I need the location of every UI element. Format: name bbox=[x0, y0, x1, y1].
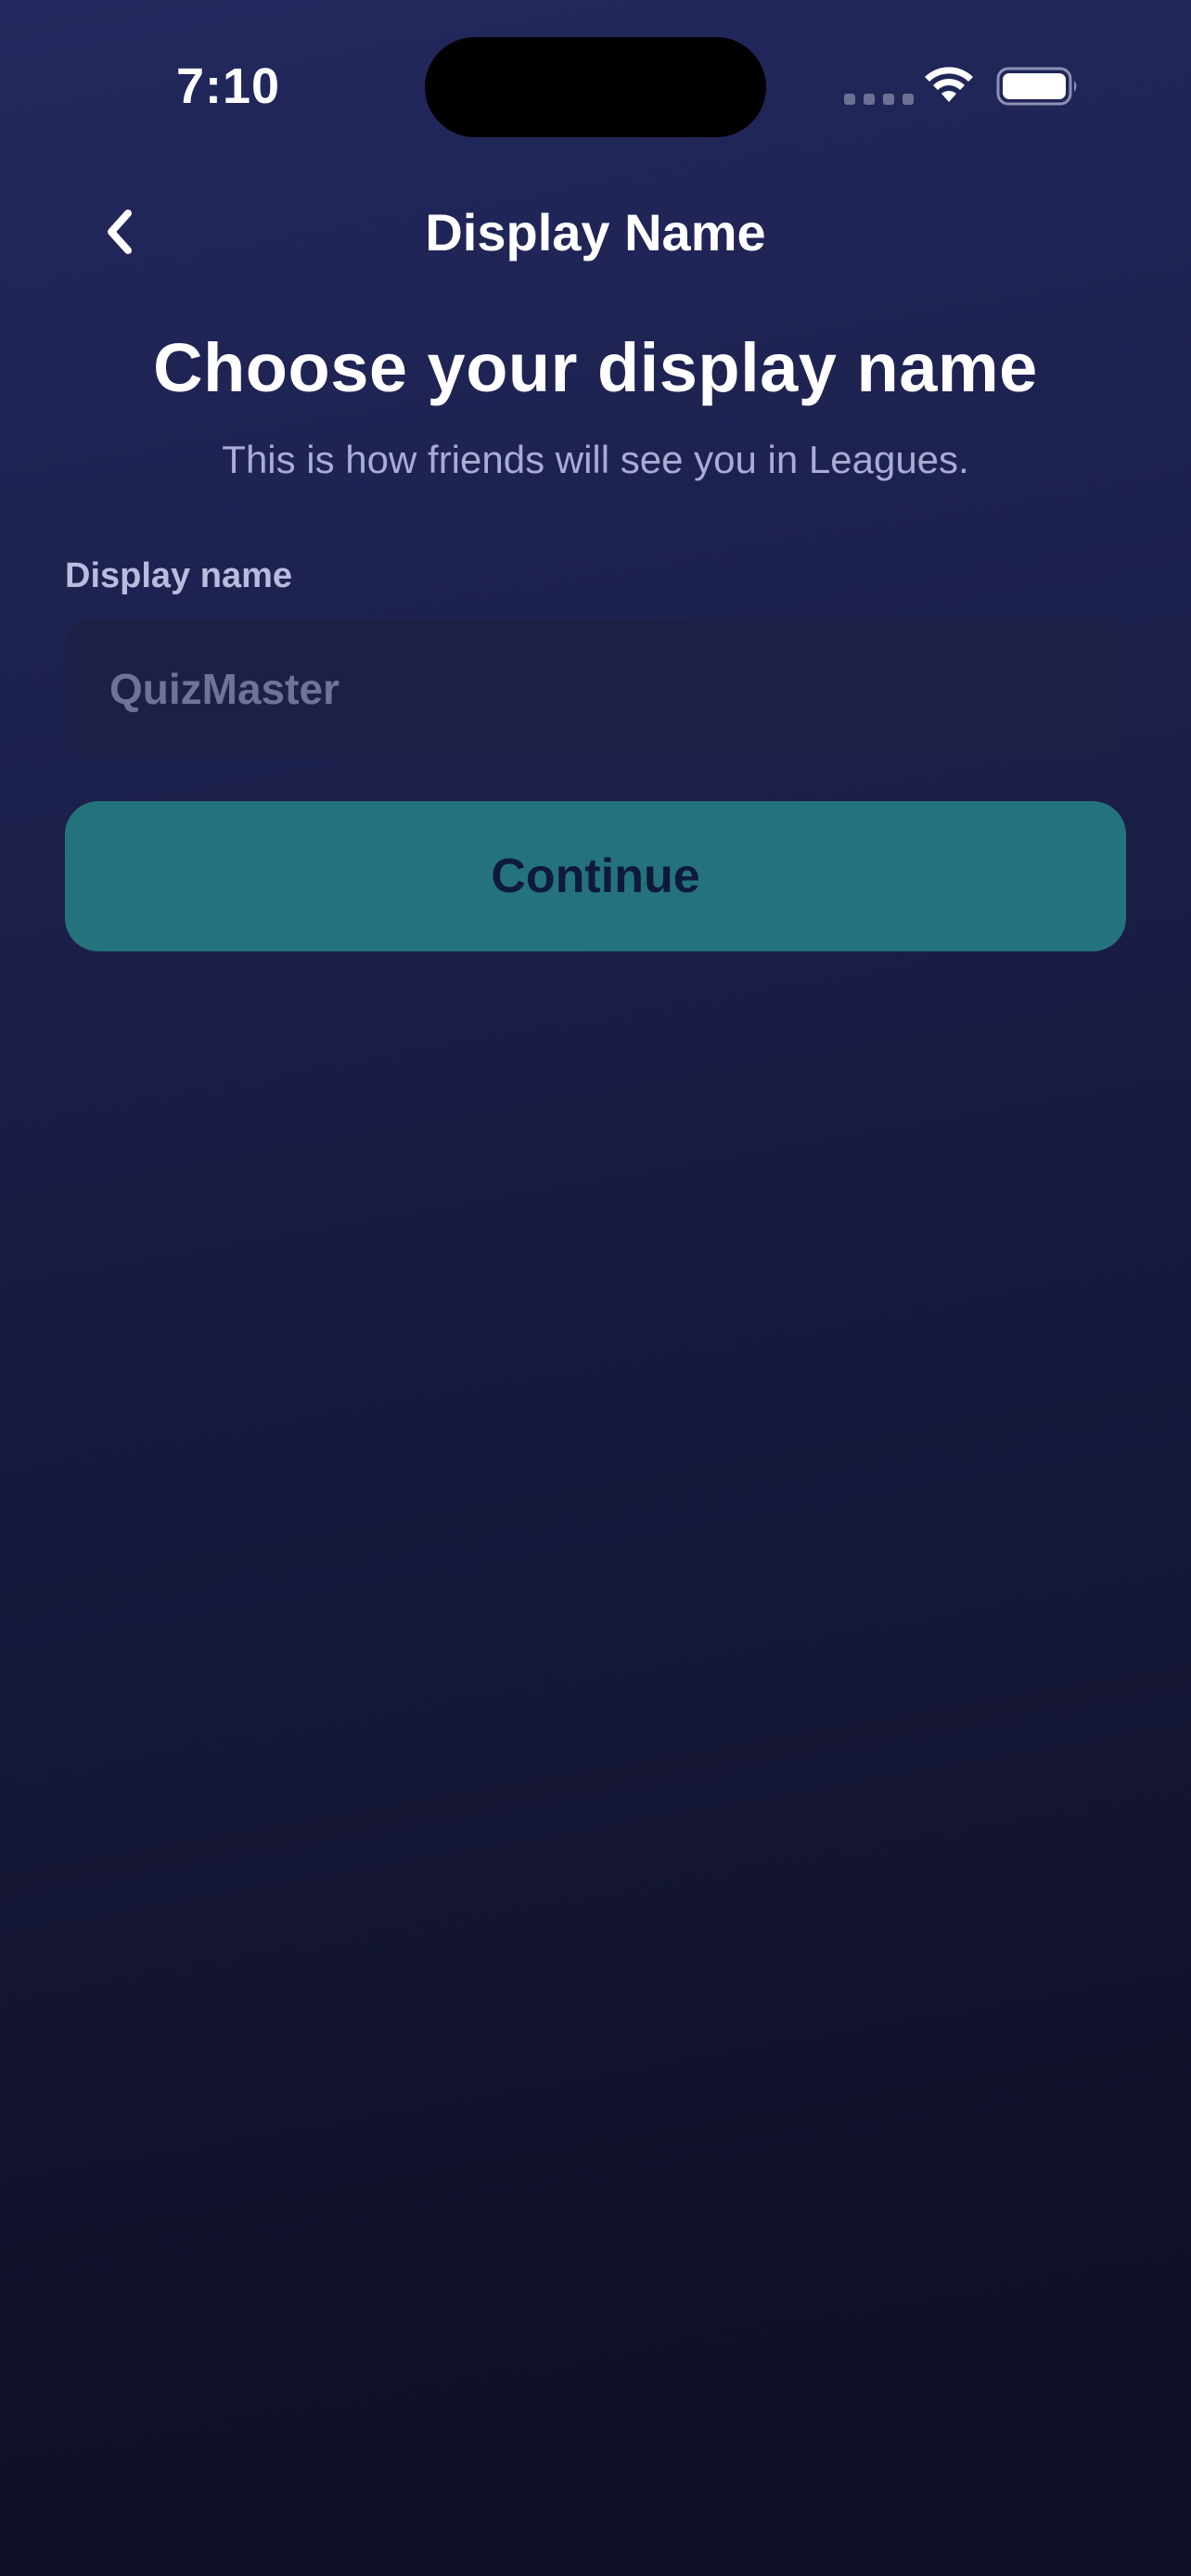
nav-bar: Display Name bbox=[0, 185, 1191, 278]
continue-button[interactable]: Continue bbox=[65, 801, 1126, 951]
display-name-input[interactable] bbox=[65, 619, 1126, 759]
battery-icon bbox=[996, 67, 1077, 106]
status-time: 7:10 bbox=[176, 58, 281, 114]
display-name-label: Display name bbox=[65, 556, 292, 595]
cellular-dots-icon bbox=[844, 94, 914, 105]
page-subtitle: This is how friends will see you in Leag… bbox=[222, 438, 969, 481]
dynamic-island bbox=[425, 37, 766, 137]
page-title: Choose your display name bbox=[153, 329, 1038, 406]
status-bar: 7:10 bbox=[0, 0, 1191, 176]
nav-title: Display Name bbox=[425, 203, 766, 261]
wifi-icon bbox=[925, 67, 973, 102]
